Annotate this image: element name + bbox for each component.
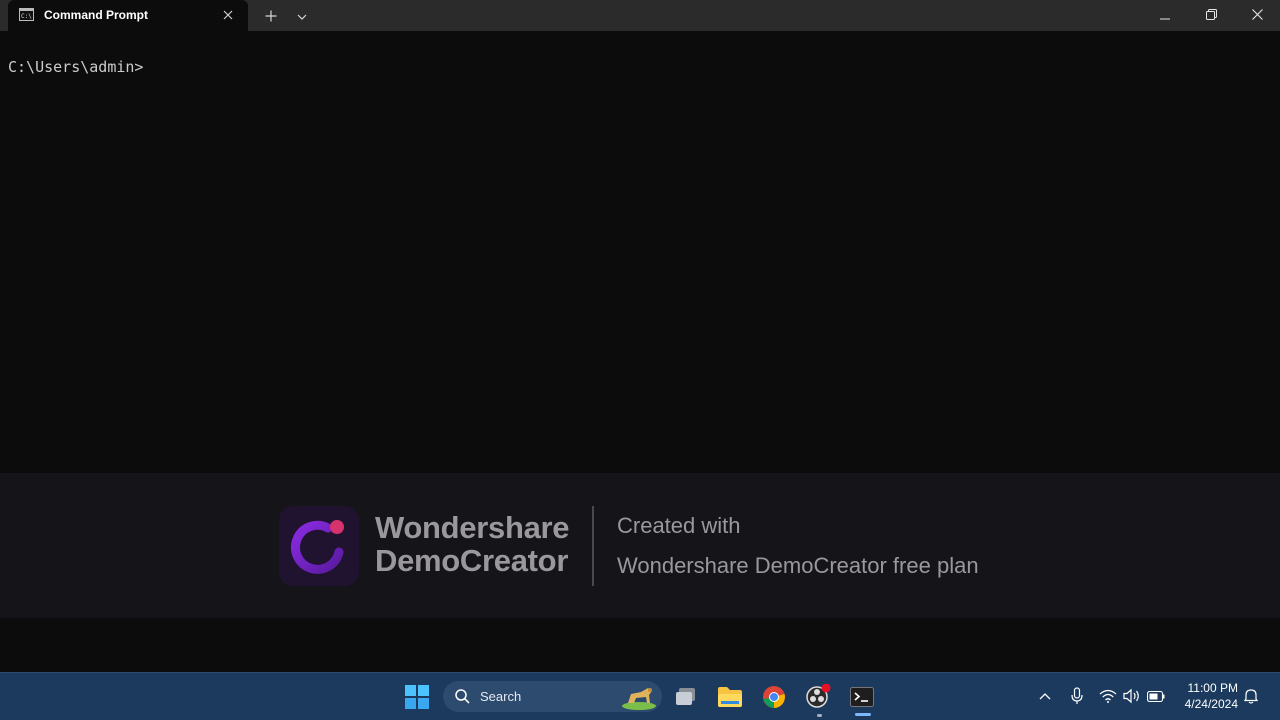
taskbar-clock[interactable]: 11:00 PM 4/24/2024	[1174, 680, 1238, 712]
tab-command-prompt[interactable]: C:\ Command Prompt	[8, 0, 248, 31]
obs-icon[interactable]	[800, 679, 836, 715]
tab-dropdown-button[interactable]	[287, 0, 317, 31]
watermark-banner: Wondershare DemoCreator Created with Won…	[0, 473, 1280, 618]
microphone-icon[interactable]	[1067, 685, 1087, 707]
democreator-logo-icon	[279, 506, 359, 586]
command-prompt-line: C:\Users\admin>	[8, 58, 144, 76]
watermark-brand: Wondershare DemoCreator	[375, 510, 570, 578]
chevron-down-icon	[297, 7, 307, 25]
task-view-icon[interactable]	[668, 679, 704, 715]
notification-bell-icon[interactable]	[1241, 685, 1261, 707]
chrome-icon[interactable]	[756, 679, 792, 715]
minimize-icon	[1160, 7, 1170, 25]
free-plan-text: Wondershare DemoCreator free plan	[617, 553, 979, 578]
taskbar: Search 11:00 PM 4/24/2024	[0, 672, 1280, 720]
clock-time: 11:00 PM	[1187, 681, 1238, 695]
new-tab-button[interactable]	[256, 0, 286, 31]
active-app-indicator	[855, 713, 871, 716]
brand-line-1: Wondershare	[375, 510, 570, 545]
watermark-divider	[592, 506, 594, 586]
title-bar: C:\ Command Prompt	[0, 0, 1280, 31]
running-indicator	[817, 714, 822, 717]
tab-title: Command Prompt	[44, 8, 149, 22]
screen: C:\ Command Prompt C:\Users\admin> Wonde…	[0, 0, 1280, 720]
close-icon	[1251, 7, 1263, 25]
svg-text:C:\: C:\	[21, 13, 32, 20]
show-hidden-icons-icon[interactable]	[1035, 685, 1055, 707]
search-icon	[455, 689, 470, 709]
taskbar-search-box[interactable]: Search	[443, 681, 662, 712]
minimize-button[interactable]	[1142, 0, 1188, 31]
terminal-icon[interactable]	[844, 679, 880, 715]
search-highlight-icon	[621, 683, 657, 715]
clock-date: 4/24/2024	[1184, 697, 1238, 711]
brand-line-2: DemoCreator	[375, 543, 569, 578]
search-placeholder: Search	[480, 689, 522, 704]
close-window-button[interactable]	[1234, 0, 1280, 31]
command-prompt-icon: C:\	[19, 8, 34, 21]
volume-icon[interactable]	[1122, 685, 1142, 707]
windows-start-icon[interactable]	[399, 679, 435, 715]
close-tab-icon[interactable]	[220, 7, 236, 23]
restore-icon	[1205, 7, 1217, 25]
created-with-text: Created with	[617, 513, 741, 538]
battery-icon[interactable]	[1146, 685, 1166, 707]
wifi-icon[interactable]	[1098, 685, 1118, 707]
file-explorer-icon[interactable]	[712, 679, 748, 715]
restore-button[interactable]	[1188, 0, 1234, 31]
